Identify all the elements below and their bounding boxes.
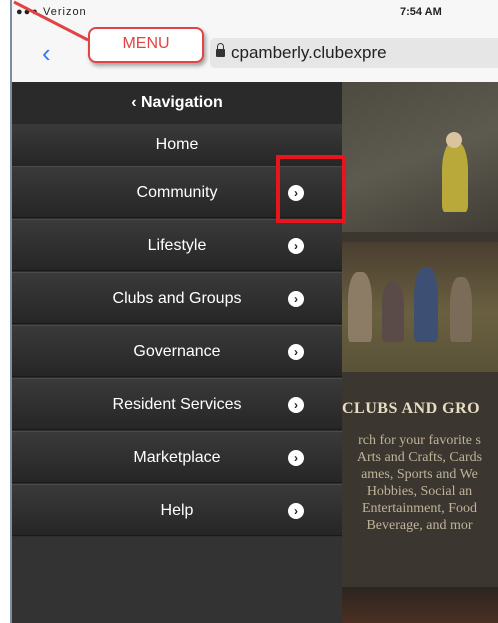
page-content: CLUBS AND GRO rch for your favorite s Ar… — [342, 82, 498, 623]
section-title: CLUBS AND GRO — [342, 400, 481, 417]
address-bar[interactable]: cpamberly.clubexpre — [210, 38, 498, 68]
section-description: rch for your favorite s Arts and Crafts,… — [342, 432, 498, 534]
person-figure — [348, 272, 372, 342]
nav-empty-area — [12, 537, 342, 623]
nav-item-governance[interactable]: Governance › — [12, 325, 342, 377]
nav-item-clubs-and-groups[interactable]: Clubs and Groups › — [12, 272, 342, 324]
description-line: Hobbies, Social an — [366, 484, 473, 499]
person-figure — [414, 267, 438, 342]
menu-callout-label: MENU — [122, 35, 170, 52]
description-line: ames, Sports and We — [361, 467, 478, 482]
player-figure — [442, 142, 468, 212]
chevron-right-circle-icon[interactable]: › — [288, 238, 304, 254]
chevron-right-circle-icon[interactable]: › — [288, 344, 304, 360]
player-head — [446, 132, 462, 148]
nav-item-marketplace[interactable]: Marketplace › — [12, 431, 342, 483]
description-line: Arts and Crafts, Cards — [356, 450, 483, 465]
phone-screenshot: ●●● Verizon 7:54 AM ‹ cpamberly.clubexpr… — [10, 0, 498, 623]
chevron-right-circle-icon[interactable]: › — [288, 291, 304, 307]
nav-item-help[interactable]: Help › — [12, 484, 342, 536]
callout-pointer — [13, 0, 89, 42]
chairs-photo — [342, 587, 498, 623]
description-line: Entertainment, Food — [361, 501, 478, 516]
clock: 7:54 AM — [400, 6, 442, 18]
highlight-box — [276, 155, 346, 223]
url-text: cpamberly.clubexpre — [231, 43, 387, 62]
person-figure — [450, 277, 472, 342]
tennis-photo — [342, 82, 498, 232]
lock-icon — [216, 43, 225, 57]
chevron-right-circle-icon[interactable]: › — [288, 450, 304, 466]
navigation-back-header[interactable]: ‹ Navigation — [12, 82, 342, 125]
chevron-right-circle-icon[interactable]: › — [288, 397, 304, 413]
nav-item-resident-services[interactable]: Resident Services › — [12, 378, 342, 430]
menu-callout: MENU — [88, 27, 204, 63]
description-line: Beverage, and mor — [366, 518, 473, 533]
bocce-photo — [342, 242, 498, 372]
nav-item-lifestyle[interactable]: Lifestyle › — [12, 219, 342, 271]
person-figure — [382, 282, 404, 342]
chevron-right-circle-icon[interactable]: › — [288, 503, 304, 519]
description-line: rch for your favorite s — [358, 433, 481, 448]
